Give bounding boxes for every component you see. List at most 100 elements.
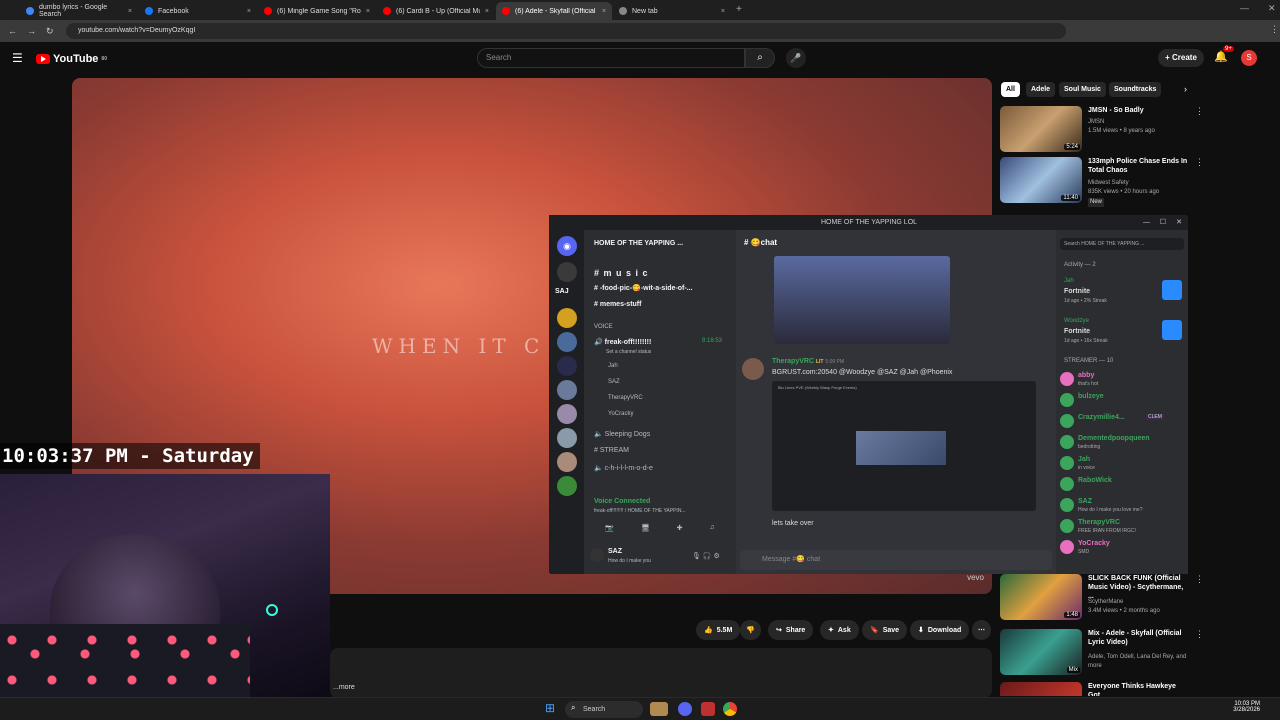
server-icon[interactable] <box>557 308 577 328</box>
browser-tab-active[interactable]: (6) Adele - Skyfall (Official Lyric× <box>496 2 612 20</box>
browser-tab[interactable]: Facebook × <box>139 2 257 20</box>
close-window-icon[interactable]: ✕ <box>1176 216 1182 230</box>
close-tab-icon[interactable]: × <box>366 8 370 15</box>
user-avatar[interactable] <box>590 548 604 562</box>
voice-search-button[interactable]: 🎤 <box>786 48 806 68</box>
channel-music[interactable]: # m u s i c <box>594 268 649 278</box>
browser-tab[interactable]: (6) Mingle Game Song "Round× <box>258 2 376 20</box>
taskbar-search[interactable]: Search <box>565 701 643 718</box>
camera-icon[interactable]: 📷 <box>605 524 614 532</box>
close-tab-icon[interactable]: × <box>485 8 489 15</box>
channel-food[interactable]: # -food-pic-😋-wit-a-side-of-... <box>594 284 693 292</box>
close-tab-icon[interactable]: × <box>721 8 725 15</box>
discord-taskbar-icon[interactable] <box>678 702 692 716</box>
member-avatar[interactable] <box>1060 435 1074 449</box>
more-options-icon[interactable]: ⋮ <box>1195 574 1204 585</box>
description-box[interactable] <box>330 648 992 698</box>
share-button[interactable]: ↪ Share <box>768 620 814 640</box>
member-name[interactable]: TherapyVRC <box>1078 519 1120 526</box>
hamburger-icon[interactable]: ☰ <box>12 51 23 65</box>
member-name[interactable]: SAZ <box>1078 498 1092 505</box>
chrome-taskbar-icon[interactable] <box>723 702 737 716</box>
member-name[interactable]: RaboWick <box>1078 477 1112 484</box>
search-input[interactable]: Search <box>477 48 745 68</box>
screen-share-icon[interactable]: 🖥 <box>641 524 650 532</box>
server-icon[interactable] <box>557 476 577 496</box>
maximize-icon[interactable]: ☐ <box>1160 216 1166 230</box>
ask-button[interactable]: ✦ Ask <box>820 620 859 640</box>
embed-preview[interactable]: Blu Lines PVE (Weekly Wasp Purge Events) <box>772 381 1036 511</box>
more-actions-button[interactable]: ⋯ <box>972 620 991 640</box>
member-avatar[interactable] <box>1060 414 1074 428</box>
search-button[interactable]: ⌕ <box>745 48 775 68</box>
server-icon[interactable] <box>557 428 577 448</box>
server-icon[interactable] <box>557 356 577 376</box>
voice-status[interactable]: Set a channel status <box>606 349 651 355</box>
member-avatar[interactable] <box>1060 540 1074 554</box>
minimize-icon[interactable]: — <box>1143 216 1150 230</box>
channel-stream[interactable]: # STREAM <box>594 447 629 454</box>
server-icon[interactable] <box>557 332 577 352</box>
close-tab-icon[interactable]: × <box>247 8 251 15</box>
discord-home-icon[interactable]: ◉ <box>557 236 577 256</box>
voice-user[interactable]: SAZ <box>608 379 620 385</box>
member-avatar[interactable] <box>1060 519 1074 533</box>
author-avatar[interactable] <box>742 358 764 380</box>
more-options-icon[interactable]: ⋮ <box>1195 629 1204 640</box>
channel-chill[interactable]: 🔈 c-h-i-l-l-m-o-d-e <box>594 464 653 472</box>
more-options-icon[interactable]: ⋮ <box>1195 157 1204 168</box>
member-avatar[interactable] <box>1060 393 1074 407</box>
member-name[interactable]: YoCracky <box>1078 540 1110 547</box>
member-name[interactable]: Crazymillie4... <box>1078 414 1125 421</box>
activity-icon[interactable]: ✚ <box>677 524 683 532</box>
server-icon[interactable] <box>557 404 577 424</box>
recommended-video[interactable]: 1:48 SLICK BACK FUNK (Official Music Vid… <box>1000 574 1204 624</box>
close-tab-icon[interactable]: × <box>128 8 132 15</box>
member-name[interactable]: Jah <box>1078 456 1090 463</box>
back-icon[interactable]: ← <box>8 26 17 36</box>
member-avatar[interactable] <box>1060 477 1074 491</box>
message-author[interactable]: TherapyVRC LIT 5:09 PM <box>772 358 844 365</box>
server-icon[interactable] <box>557 452 577 472</box>
chip-all[interactable]: All <box>1001 82 1020 97</box>
menu-icon[interactable]: ⋮ <box>1270 24 1279 35</box>
reload-icon[interactable]: ↻ <box>46 26 54 37</box>
voice-user[interactable]: YoCracky <box>608 411 633 417</box>
youtube-logo[interactable]: YouTube 80 <box>36 53 107 65</box>
voice-channel[interactable]: 🔊 freak-off!!!!!!!! <box>594 338 651 346</box>
discord-search-input[interactable]: Search HOME OF THE YAPPING ... <box>1060 238 1184 250</box>
settings-icon[interactable]: ⚙ <box>714 553 720 560</box>
address-bar[interactable]: youtube.com/watch?v=DeumyOzKqgI <box>66 23 1066 39</box>
server-icon[interactable] <box>557 262 577 282</box>
browser-tab[interactable]: dumbo lyrics - Google Search × <box>20 2 138 20</box>
system-clock[interactable]: 10:03 PM 3/28/2026 <box>1226 701 1260 713</box>
message-composer[interactable]: Message #😋 chat <box>740 550 1052 570</box>
chip-adele[interactable]: Adele <box>1026 82 1056 97</box>
show-more-link[interactable]: ...more <box>333 684 355 691</box>
close-window-icon[interactable]: ✕ <box>1268 3 1276 14</box>
soundboard-icon[interactable]: ♫ <box>709 524 714 532</box>
download-button[interactable]: ⬇ Download <box>910 620 970 640</box>
like-button[interactable]: 👍 5.5M <box>696 620 741 640</box>
recommended-video[interactable]: 11:40 133mph Police Chase Ends In Total … <box>1000 157 1204 207</box>
more-options-icon[interactable]: ⋮ <box>1195 106 1204 117</box>
create-button[interactable]: + Create <box>1158 49 1204 67</box>
mic-icon[interactable]: 🎙 <box>692 553 701 560</box>
avatar[interactable]: S <box>1241 50 1257 66</box>
member-avatar[interactable] <box>1060 372 1074 386</box>
widget-icon[interactable] <box>650 702 668 716</box>
server-icon[interactable] <box>557 380 577 400</box>
chevron-right-icon[interactable]: › <box>1184 84 1187 94</box>
recommended-video[interactable]: Mix Mix - Adele - Skyfall (Official Lyri… <box>1000 629 1204 679</box>
server-name[interactable]: HOME OF THE YAPPING ... <box>594 240 683 247</box>
close-tab-icon[interactable]: × <box>602 8 606 15</box>
voice-channel-sleeping[interactable]: 🔈 Sleeping Dogs <box>594 430 650 438</box>
minimize-icon[interactable]: — <box>1240 3 1249 13</box>
voice-user[interactable]: TherapyVRC <box>608 395 643 401</box>
headphones-icon[interactable]: 🎧 <box>703 553 712 560</box>
member-avatar[interactable] <box>1060 498 1074 512</box>
chip-soundtracks[interactable]: Soundtracks <box>1109 82 1162 97</box>
dislike-button[interactable]: 👎 <box>740 620 761 640</box>
member-name[interactable]: abby <box>1078 372 1094 379</box>
browser-tab[interactable]: (6) Cardi B - Up (Official Music× <box>377 2 495 20</box>
